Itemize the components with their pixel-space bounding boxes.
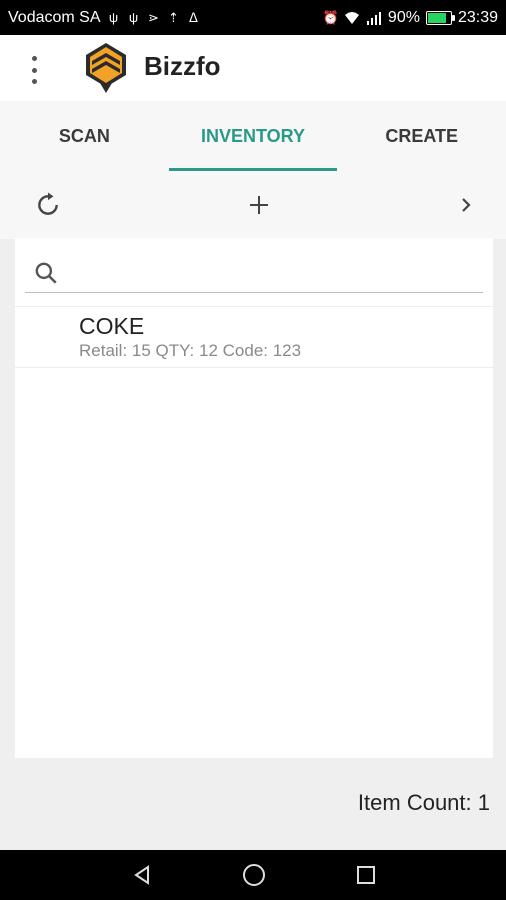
- search-bar: [25, 254, 483, 293]
- status-bar: Vodacom SA ψ ψ ⋗ ⇡ ᐃ ⏰ 90% 23:39: [0, 0, 506, 35]
- item-name: COKE: [79, 313, 145, 339]
- chevron-right-icon[interactable]: [450, 189, 482, 221]
- item-details: Retail: 15 QTY: 12 Code: 123: [79, 341, 302, 360]
- tab-bar: SCAN INVENTORY CREATE: [0, 101, 506, 171]
- app-bar: Bizzfo: [0, 35, 506, 101]
- alarm-icon: ⏰: [322, 9, 340, 25]
- tab-inventory[interactable]: INVENTORY: [168, 101, 338, 171]
- recents-icon[interactable]: [352, 861, 380, 889]
- upload-icon: ⇡: [168, 9, 179, 25]
- wifi-icon: [344, 11, 359, 24]
- list-item[interactable]: COKE Retail: 15 QTY: 12 Code: 123: [15, 306, 493, 368]
- battery-icon: [425, 10, 455, 25]
- carrier-label: Vodacom SA: [8, 8, 101, 26]
- more-vert-icon[interactable]: [28, 54, 40, 86]
- item-count-label: Item Count: 1: [357, 790, 490, 815]
- battery-percent: 90%: [387, 8, 420, 26]
- back-icon[interactable]: [128, 861, 156, 889]
- inventory-panel: COKE Retail: 15 QTY: 12 Code: 123: [15, 238, 493, 758]
- app-title: Bizzfo: [144, 51, 221, 81]
- flame-icon: ᐃ: [189, 9, 198, 25]
- search-icon: [35, 262, 57, 284]
- bizzfo-logo: [86, 43, 126, 93]
- signal-boost-icon: ⋗: [148, 9, 159, 25]
- usb-icon: ψ: [128, 10, 139, 25]
- system-nav-bar: [0, 850, 506, 900]
- plus-icon[interactable]: [243, 189, 275, 221]
- usb-icon: ψ: [108, 10, 119, 25]
- inventory-toolbar: [0, 171, 506, 239]
- tab-create[interactable]: CREATE: [337, 101, 506, 171]
- status-time: 23:39: [457, 8, 498, 26]
- refresh-icon[interactable]: [32, 189, 64, 221]
- search-input[interactable]: [73, 258, 477, 290]
- home-icon[interactable]: [240, 861, 268, 889]
- cell-signal-icon: [366, 11, 381, 25]
- tab-scan[interactable]: SCAN: [0, 101, 169, 171]
